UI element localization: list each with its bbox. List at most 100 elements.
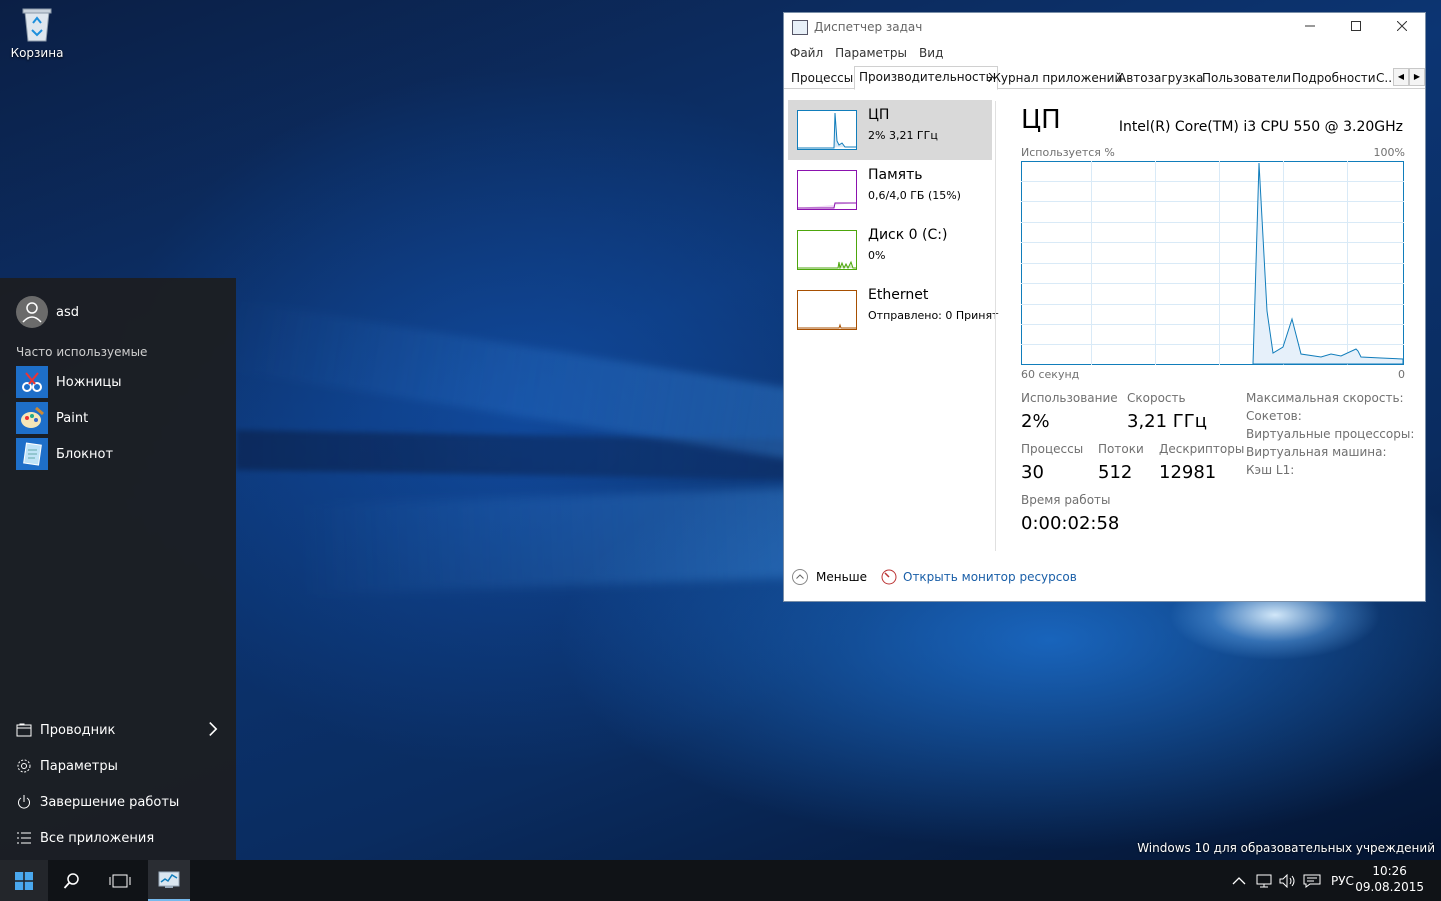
tab-processes[interactable]: Процессы — [787, 69, 857, 88]
stat-uptime-value: 0:00:02:58 — [1021, 513, 1120, 534]
taskbar-app-task-manager[interactable] — [148, 860, 190, 901]
resource-sub: Отправлено: 0 Принят — [868, 309, 999, 322]
graph-label-time: 60 секунд — [1021, 368, 1080, 381]
volume-tray-button[interactable] — [1279, 860, 1297, 901]
maximize-button[interactable] — [1333, 13, 1379, 41]
app-item-notepad[interactable]: Блокнот — [16, 438, 113, 470]
tab-details[interactable]: Подробности — [1288, 69, 1380, 88]
stat-threads-value: 512 — [1098, 462, 1133, 483]
minimize-button[interactable] — [1287, 13, 1333, 41]
resource-name: ЦП — [868, 107, 890, 123]
pane-divider[interactable] — [995, 101, 996, 551]
search-button[interactable] — [48, 860, 96, 901]
show-hidden-icons-button[interactable] — [1232, 860, 1246, 901]
windows-logo-icon — [15, 871, 33, 890]
task-manager-icon — [158, 871, 180, 888]
task-view-icon — [109, 874, 131, 887]
ethernet-mini-graph — [797, 290, 857, 330]
task-view-button[interactable] — [96, 860, 144, 901]
resource-disk[interactable]: Диск 0 (C:) 0% — [788, 220, 992, 280]
start-item-settings[interactable]: Параметры — [16, 754, 221, 778]
start-menu: asd Часто используемые Ножницы Paint Бло… — [0, 278, 236, 860]
taskbar: РУС 10:26 09.08.2015 — [0, 860, 1441, 901]
network-tray-button[interactable] — [1255, 860, 1273, 901]
user-account[interactable]: asd — [16, 296, 79, 328]
task-manager-icon — [792, 20, 808, 35]
resource-sub: 0% — [868, 249, 886, 262]
open-resource-monitor-link[interactable]: Открыть монитор ресурсов — [881, 569, 1077, 585]
all-apps-icon — [17, 832, 31, 844]
menu-file[interactable]: Файл — [784, 43, 829, 63]
notepad-icon — [16, 438, 48, 470]
window-title: Диспетчер задач — [814, 20, 923, 34]
stat-threads-label: Потоки — [1098, 442, 1144, 456]
app-item-paint[interactable]: Paint — [16, 402, 88, 434]
app-label: Блокнот — [56, 446, 114, 462]
file-explorer-icon — [16, 723, 32, 737]
resource-cpu[interactable]: ЦП 2% 3,21 ГГц — [788, 100, 992, 160]
tab-app-history[interactable]: Журнал приложений — [984, 69, 1126, 88]
resource-sub: 0,6/4,0 ГБ (15%) — [868, 189, 961, 202]
clock-date: 09.08.2015 — [1355, 880, 1424, 894]
app-item-scissors[interactable]: Ножницы — [16, 366, 122, 398]
recycle-bin-icon — [22, 6, 52, 42]
info-max-speed-label: Максимальная скорость: — [1246, 391, 1404, 405]
cpu-usage-graph — [1021, 161, 1404, 365]
stat-usage-label: Использование — [1021, 391, 1118, 405]
start-item-explorer[interactable]: Проводник — [16, 718, 221, 742]
start-button[interactable] — [0, 860, 48, 901]
tab-startup[interactable]: Автозагрузка — [1114, 69, 1207, 88]
recycle-bin[interactable]: Корзина — [10, 6, 64, 60]
resource-ethernet[interactable]: Ethernet Отправлено: 0 Принят — [788, 280, 999, 340]
tab-performance[interactable]: Производительность — [854, 66, 998, 90]
tab-scroll-left-icon[interactable]: ◀ — [1393, 68, 1409, 86]
input-language-indicator[interactable]: РУС — [1331, 860, 1354, 901]
action-center-button[interactable] — [1303, 860, 1321, 901]
resource-memory[interactable]: Память 0,6/4,0 ГБ (15%) — [788, 160, 992, 220]
tab-services[interactable]: С... — [1374, 69, 1392, 88]
resource-name: Память — [868, 167, 923, 183]
search-icon — [63, 872, 79, 889]
network-icon — [1256, 874, 1272, 887]
stat-handles-label: Дескрипторы — [1159, 442, 1245, 456]
recycle-bin-label: Корзина — [10, 46, 64, 60]
graph-label-usage: Используется % — [1021, 146, 1115, 159]
scissors-icon — [16, 366, 48, 398]
start-item-label: Завершение работы — [40, 794, 180, 810]
power-icon — [18, 795, 30, 809]
volume-icon — [1279, 873, 1295, 888]
task-manager-window: Диспетчер задач Файл Параметры Вид Проце… — [783, 12, 1426, 602]
chevron-right-icon[interactable] — [205, 721, 221, 740]
clock-time: 10:26 — [1372, 864, 1407, 878]
frequent-apps-title: Часто используемые — [16, 345, 148, 359]
app-label: Ножницы — [56, 374, 122, 390]
fewer-details-button[interactable]: Меньше — [792, 569, 867, 585]
tab-scroll-right-icon[interactable]: ▶ — [1409, 68, 1425, 86]
chevron-up-icon — [792, 569, 808, 585]
chevron-up-icon — [1232, 876, 1246, 884]
menu-view[interactable]: Вид — [913, 43, 949, 63]
graph-label-max: 100% — [1373, 146, 1405, 159]
start-item-label: Проводник — [40, 722, 116, 738]
resource-name: Ethernet — [868, 287, 929, 303]
stat-processes-label: Процессы — [1021, 442, 1084, 456]
info-l1-cache-label: Кэш L1: — [1246, 463, 1295, 477]
title-bar[interactable]: Диспетчер задач — [784, 13, 1425, 41]
paint-icon — [16, 402, 48, 434]
menu-options[interactable]: Параметры — [829, 43, 913, 63]
start-item-all-apps[interactable]: Все приложения — [16, 826, 221, 850]
gear-icon — [17, 759, 31, 773]
start-item-label: Все приложения — [40, 830, 155, 846]
user-name: asd — [56, 304, 79, 320]
tab-strip: Процессы Производительность Журнал прило… — [784, 66, 1425, 90]
taskbar-clock[interactable]: 10:26 09.08.2015 — [1355, 863, 1424, 895]
start-item-power[interactable]: Завершение работы — [16, 790, 221, 814]
cpu-model: Intel(R) Core(TM) i3 CPU 550 @ 3.20GHz — [1118, 119, 1403, 135]
tab-users[interactable]: Пользователи — [1198, 69, 1295, 88]
resource-sub: 2% 3,21 ГГц — [868, 129, 938, 142]
stat-speed-value: 3,21 ГГц — [1127, 411, 1208, 432]
disk-mini-graph — [797, 230, 857, 270]
start-item-label: Параметры — [40, 758, 118, 774]
window-footer: Меньше Открыть монитор ресурсов — [784, 566, 1425, 592]
close-button[interactable] — [1379, 13, 1425, 41]
